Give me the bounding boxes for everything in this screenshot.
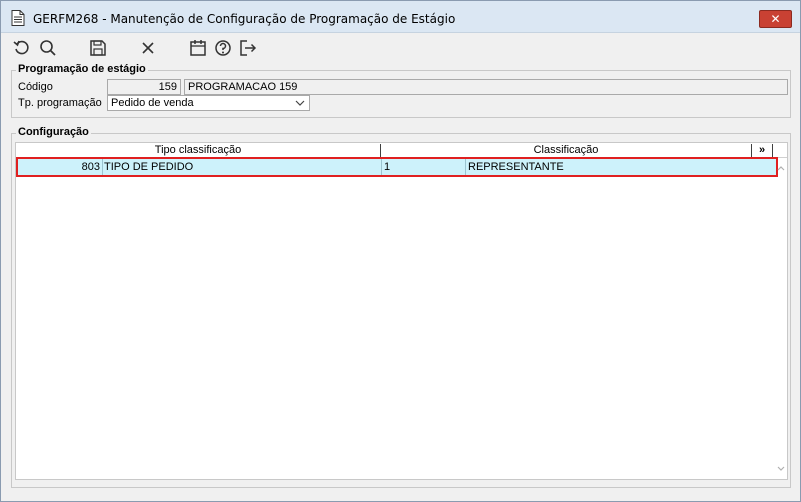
save-icon — [89, 39, 107, 60]
help-button[interactable] — [213, 39, 233, 59]
tipo-programacao-label: Tp. programação — [18, 97, 102, 109]
toolbar — [1, 35, 800, 63]
descricao-field[interactable]: PROGRAMACAO 159 — [184, 79, 788, 95]
exit-icon — [239, 39, 257, 60]
configuracao-grid: Tipo classificação Classificação » 803 T… — [15, 142, 788, 480]
search-icon — [39, 39, 57, 60]
codigo-label: Código — [18, 81, 53, 93]
chevron-up-icon — [776, 163, 786, 175]
scroll-down-button[interactable] — [775, 464, 787, 476]
scroll-up-button[interactable] — [775, 163, 787, 175]
column-header-tipo-classificacao[interactable]: Tipo classificação — [16, 143, 380, 158]
calendar-button[interactable] — [188, 39, 208, 59]
tipo-desc-cell: TIPO DE PEDIDO — [104, 161, 194, 173]
tipo-programacao-value: Pedido de venda — [111, 97, 194, 109]
column-header-classificacao[interactable]: Classificação — [381, 143, 751, 158]
tipo-programacao-select[interactable]: Pedido de venda — [107, 95, 310, 111]
grid-header: Tipo classificação Classificação » — [16, 143, 787, 158]
window-title: GERFM268 - Manutenção de Configuração de… — [33, 12, 456, 26]
cancel-button[interactable] — [138, 39, 158, 59]
close-icon: ✕ — [770, 12, 781, 26]
cell-separator — [102, 159, 103, 175]
help-icon — [214, 39, 232, 60]
document-icon — [11, 10, 25, 26]
column-separator[interactable] — [751, 144, 752, 157]
codigo-field[interactable]: 159 — [107, 79, 181, 95]
close-button[interactable]: ✕ — [759, 10, 792, 28]
cancel-icon — [139, 39, 157, 60]
column-separator — [772, 144, 773, 157]
undo-button[interactable] — [12, 39, 32, 59]
title-bar: GERFM268 - Manutenção de Configuração de… — [1, 1, 800, 33]
more-columns-button[interactable]: » — [754, 143, 770, 158]
calendar-icon — [189, 39, 207, 60]
cell-separator — [465, 159, 466, 175]
undo-icon — [13, 39, 31, 60]
class-desc-cell: REPRESENTANTE — [468, 161, 564, 173]
cell-separator — [381, 159, 382, 175]
chevron-down-icon — [776, 464, 786, 476]
configuracao-group-title: Configuração — [16, 126, 91, 138]
class-code-cell: 1 — [384, 161, 391, 173]
tipo-code-cell: 803 — [81, 161, 100, 173]
main-window: GERFM268 - Manutenção de Configuração de… — [0, 0, 801, 502]
exit-button[interactable] — [238, 39, 258, 59]
table-row[interactable]: 803 TIPO DE PEDIDO 1 REPRESENTANTE — [16, 157, 778, 177]
chevron-down-icon — [293, 97, 307, 109]
save-button[interactable] — [88, 39, 108, 59]
search-button[interactable] — [38, 39, 58, 59]
programacao-group-title: Programação de estágio — [16, 63, 148, 75]
